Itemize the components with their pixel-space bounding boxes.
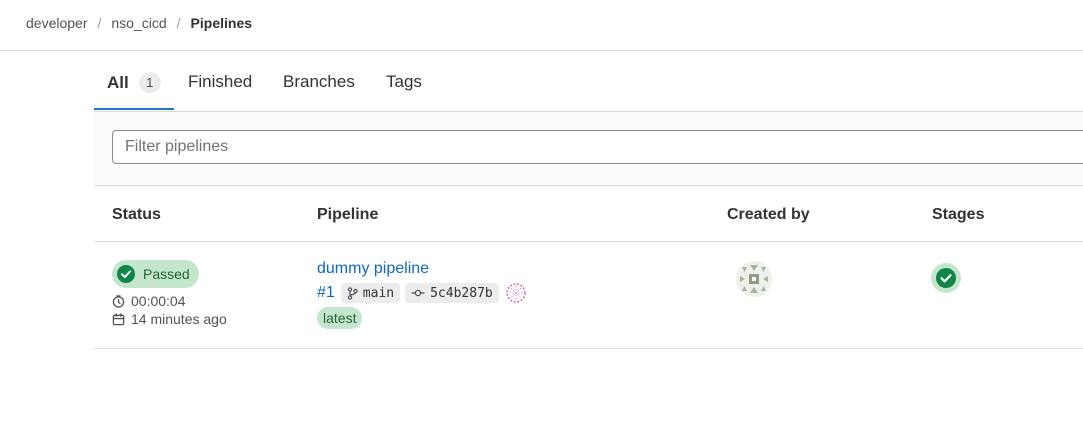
column-header-status: Status [112, 206, 161, 223]
tab-all-label: All [107, 72, 129, 92]
column-header-stages: Stages [932, 206, 985, 223]
breadcrumb: developer / nso_cicd / Pipelines [26, 15, 252, 31]
filter-pipelines-input[interactable] [112, 130, 1083, 164]
branch-name: main [362, 285, 395, 301]
status-badge[interactable]: Passed [112, 260, 199, 288]
avatar-icon [736, 261, 772, 297]
filter-bar [94, 112, 1083, 186]
status-label: Passed [143, 266, 190, 282]
column-header-created-by: Created by [727, 206, 810, 223]
branch-icon [347, 286, 358, 300]
breadcrumb-item-developer[interactable]: developer [26, 15, 88, 31]
pipeline-name-link[interactable]: dummy pipeline [317, 260, 429, 278]
table-row-divider [94, 348, 1083, 349]
breadcrumb-separator: / [176, 15, 181, 31]
breadcrumb-separator: / [97, 15, 102, 31]
tab-finished[interactable]: Finished [188, 72, 252, 92]
stage-passed-button[interactable] [931, 263, 961, 293]
branch-ref[interactable]: main [340, 283, 401, 303]
tab-branches[interactable]: Branches [283, 72, 355, 92]
check-circle-icon [936, 268, 956, 288]
pipeline-duration: 00:00:04 [112, 293, 186, 309]
check-circle-icon [117, 265, 135, 283]
commit-sha-value: 5c4b287b [430, 285, 493, 301]
finished-time-value: 14 minutes ago [131, 311, 227, 327]
tab-branches-label: Branches [283, 72, 355, 91]
header-divider [0, 50, 1083, 51]
breadcrumb-item-pipelines[interactable]: Pipelines [191, 15, 252, 31]
pipeline-meta: #1 main 5c4b287b [317, 283, 526, 303]
pipeline-tabs: All 1 Finished Branches Tags [94, 52, 1083, 112]
calendar-icon [112, 312, 125, 325]
pipeline-finished-time: 14 minutes ago [112, 311, 227, 327]
tab-all[interactable]: All 1 [107, 72, 161, 93]
commit-icon [411, 289, 425, 297]
duration-value: 00:00:04 [131, 293, 186, 309]
table-header-divider [94, 241, 1083, 242]
tab-all-count-badge: 1 [138, 72, 161, 93]
breadcrumb-item-project[interactable]: nso_cicd [111, 15, 166, 31]
tab-tags-label: Tags [386, 72, 422, 91]
creator-avatar[interactable] [736, 261, 772, 297]
commit-sha[interactable]: 5c4b287b [405, 283, 499, 303]
tab-tags[interactable]: Tags [386, 72, 422, 92]
clock-icon [112, 294, 125, 308]
latest-badge: latest [317, 307, 363, 329]
active-tab-indicator [94, 108, 174, 110]
pipeline-id-link[interactable]: #1 [317, 284, 335, 302]
tab-finished-label: Finished [188, 72, 253, 91]
commit-author-avatar[interactable] [506, 283, 526, 303]
column-header-pipeline: Pipeline [317, 206, 379, 223]
